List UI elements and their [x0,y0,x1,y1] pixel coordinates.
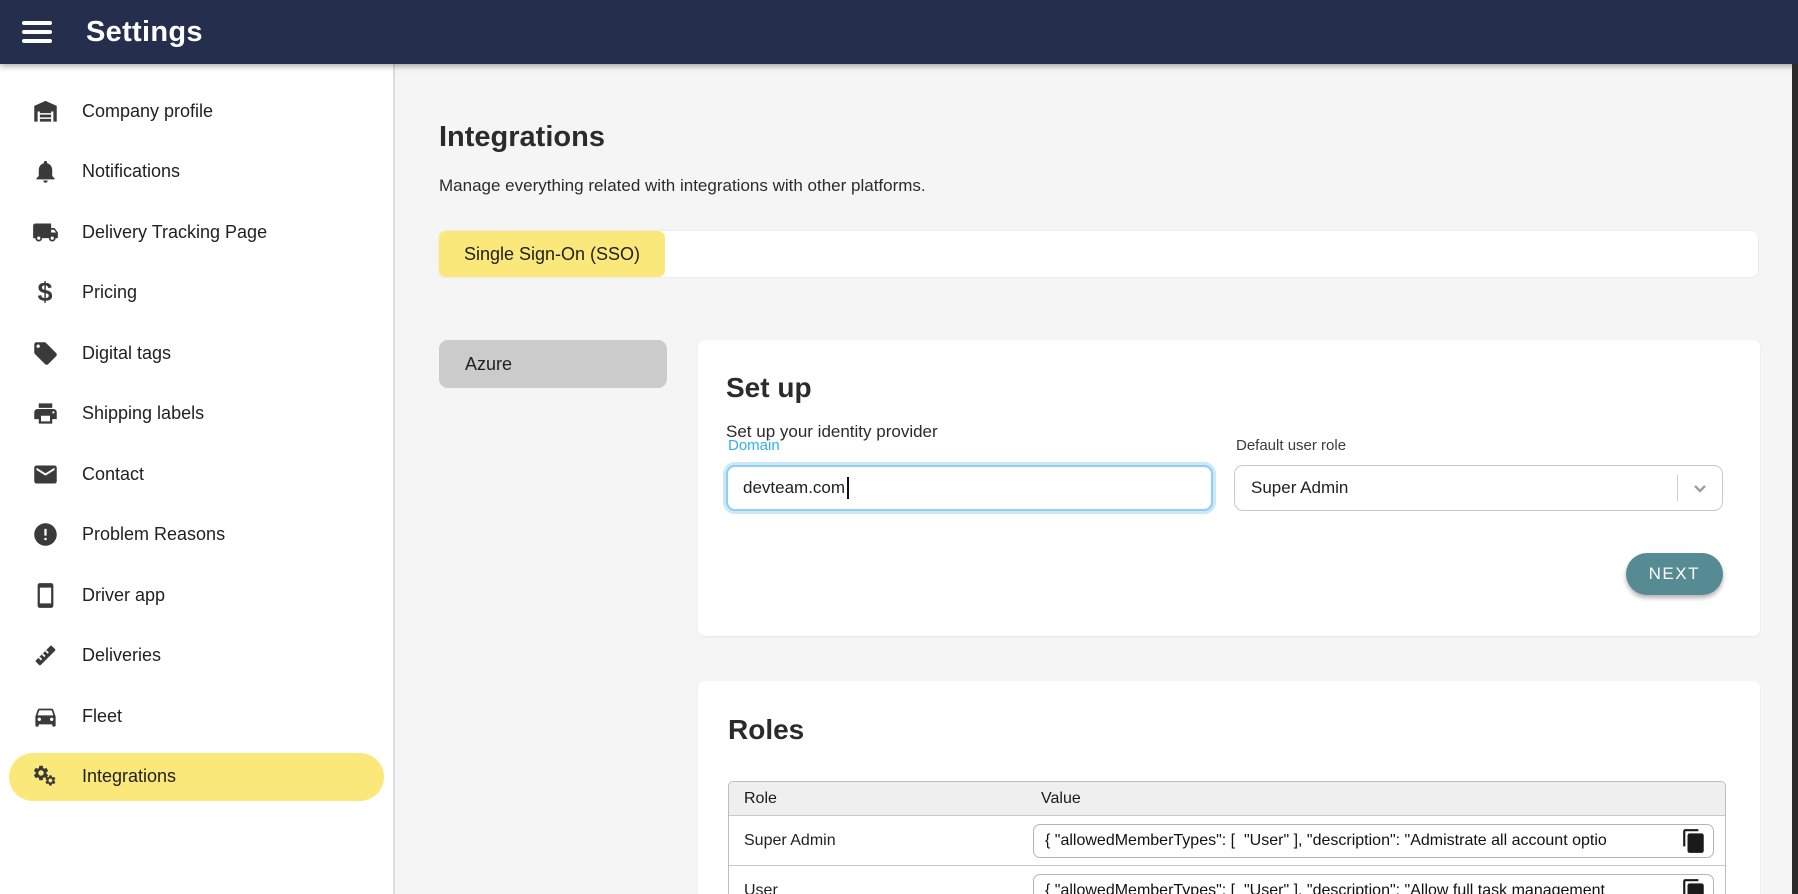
scrollbar-track[interactable] [1792,64,1798,894]
setup-title: Set up [726,372,812,404]
sidebar-item-label: Deliveries [82,645,161,666]
app-header: Settings [0,0,1798,64]
role-cell: User [729,882,1031,894]
sidebar-item-label: Company profile [82,101,213,122]
sidebar-item-label: Problem Reasons [82,524,225,545]
sidebar: Company profile Notifications Delivery T… [0,64,395,894]
error-icon [30,520,60,550]
bell-icon [30,157,60,187]
warehouse-icon [30,96,60,126]
chevron-down-icon [1688,476,1712,500]
sidebar-item-label: Digital tags [82,343,171,364]
role-value-field[interactable]: { "allowedMemberTypes": [ "User" ], "des… [1033,824,1714,858]
select-divider [1677,475,1678,501]
table-row: User { "allowedMemberTypes": [ "User" ],… [729,865,1725,894]
settings-page: Settings Company profile Notifications D… [0,0,1798,894]
sidebar-item-delivery-tracking-page[interactable]: Delivery Tracking Page [0,202,393,263]
integration-tabbar: Single Sign-On (SSO) [439,231,1758,277]
sidebar-item-label: Shipping labels [82,403,204,424]
roles-card: Roles Role Value Super Admin { "allowedM… [698,681,1760,894]
gears-icon [30,762,60,792]
sidebar-item-label: Fleet [82,706,122,727]
copy-button[interactable] [1678,876,1710,894]
printer-icon [30,399,60,429]
roles-table-header: Role Value [729,782,1725,815]
section-subtitle: Manage everything related with integrati… [439,176,926,196]
role-value-field[interactable]: { "allowedMemberTypes": [ "User" ], "des… [1033,874,1714,894]
value-cell: { "allowedMemberTypes": [ "User" ], "des… [1031,874,1725,894]
sidebar-item-fleet[interactable]: Fleet [0,686,393,747]
sidebar-item-label: Integrations [82,766,176,787]
sidebar-item-label: Driver app [82,585,165,606]
next-button[interactable]: NEXT [1626,553,1723,595]
sidebar-item-company-profile[interactable]: Company profile [0,81,393,142]
page-title: Settings [86,16,203,49]
ruler-icon [30,641,60,671]
sidebar-item-contact[interactable]: Contact [0,444,393,505]
table-row: Super Admin { "allowedMemberTypes": [ "U… [729,815,1725,865]
section-title: Integrations [439,121,605,154]
truck-icon [30,217,60,247]
smartphone-icon [30,580,60,610]
setup-card: Set up Set up your identity provider Dom… [698,340,1760,636]
roles-title: Roles [728,714,804,746]
copy-button[interactable] [1678,826,1710,856]
copy-icon [1681,878,1707,894]
roles-table: Role Value Super Admin { "allowedMemberT… [728,781,1726,894]
menu-icon[interactable] [22,21,52,43]
sidebar-item-label: Pricing [82,282,137,303]
sidebar-item-digital-tags[interactable]: Digital tags [0,323,393,384]
main-content: Integrations Manage everything related w… [395,64,1798,894]
sidebar-item-pricing[interactable]: $ Pricing [0,263,393,324]
default-user-role-value: Super Admin [1251,478,1348,498]
domain-input[interactable]: devteam.com [726,465,1213,511]
envelope-icon [30,459,60,489]
copy-icon [1681,828,1707,854]
domain-label: Domain [728,437,780,454]
text-caret [847,477,849,499]
role-value-text: { "allowedMemberTypes": [ "User" ], "des… [1034,882,1678,894]
sidebar-item-label: Delivery Tracking Page [82,222,267,243]
sidebar-item-label: Notifications [82,161,180,182]
dollar-icon: $ [30,278,60,308]
column-header-value: Value [1031,790,1725,808]
tag-icon [30,338,60,368]
role-value-text: { "allowedMemberTypes": [ "User" ], "des… [1034,832,1678,850]
sidebar-item-shipping-labels[interactable]: Shipping labels [0,384,393,445]
column-header-role: Role [729,790,1031,808]
sidebar-item-deliveries[interactable]: Deliveries [0,626,393,687]
role-cell: Super Admin [729,832,1031,850]
domain-input-value: devteam.com [743,478,845,498]
tab-single-sign-on[interactable]: Single Sign-On (SSO) [439,231,665,277]
sidebar-item-integrations[interactable]: Integrations [9,753,384,801]
provider-button-azure[interactable]: Azure [439,340,667,388]
default-user-role-select[interactable]: Super Admin [1234,465,1723,511]
car-icon [30,701,60,731]
default-user-role-label: Default user role [1236,437,1346,454]
sidebar-item-driver-app[interactable]: Driver app [0,565,393,626]
sidebar-item-problem-reasons[interactable]: Problem Reasons [0,505,393,566]
value-cell: { "allowedMemberTypes": [ "User" ], "des… [1031,824,1725,858]
sidebar-item-notifications[interactable]: Notifications [0,142,393,203]
sidebar-item-label: Contact [82,464,144,485]
